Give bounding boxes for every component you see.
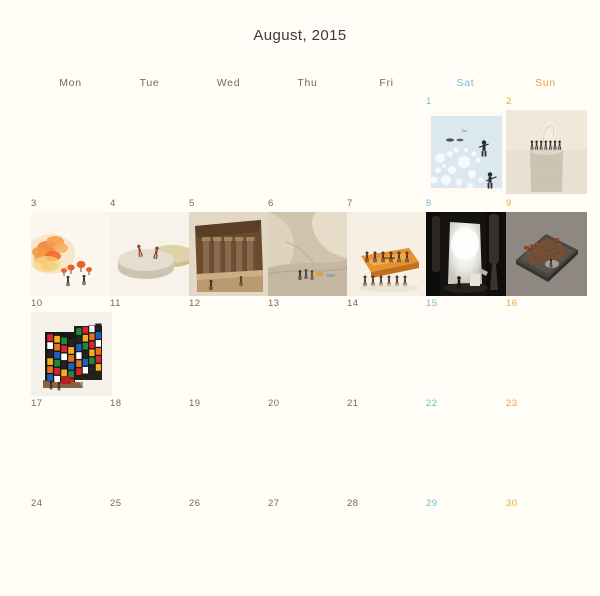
day-thumbnail-4[interactable] — [110, 212, 191, 296]
day-cell-3[interactable]: 3 — [31, 198, 112, 296]
day-cell-27[interactable]: 27 — [268, 498, 349, 596]
day-cell-10[interactable]: 10 — [31, 298, 112, 396]
day-number-15: 15 — [426, 298, 438, 309]
calendar-week-row: 17 18 19 20 21 22 23 — [0, 398, 600, 496]
day-cell-23[interactable]: 23 — [506, 398, 587, 496]
day-number-6: 6 — [268, 198, 274, 209]
day-thumbnail-10[interactable] — [31, 312, 112, 396]
day-number-16: 16 — [506, 298, 518, 309]
day-number-22: 22 — [426, 398, 438, 409]
day-number-5: 5 — [189, 198, 195, 209]
day-number-20: 20 — [268, 398, 280, 409]
day-number-29: 29 — [426, 498, 438, 509]
weekday-label-sun: Sun — [535, 77, 556, 89]
day-cell-17[interactable]: 17 — [31, 398, 112, 496]
day-cell-8[interactable]: 8 — [426, 198, 507, 296]
weekday-header-row: Mon Tue Wed Thu Fri Sat Sun — [0, 77, 600, 91]
day-cell-5[interactable]: 5 — [189, 198, 270, 296]
day-cell-4[interactable]: 4 — [110, 198, 191, 296]
day-cell-14[interactable]: 14 — [347, 298, 428, 396]
weekday-label-fri: Fri — [379, 77, 394, 89]
day-number-19: 19 — [189, 398, 201, 409]
day-cell-9[interactable]: 9 — [506, 198, 587, 296]
day-cell-1[interactable]: 1 The — [426, 96, 507, 194]
weekday-label-thu: Thu — [297, 77, 318, 89]
day-number-26: 26 — [189, 498, 201, 509]
day-number-8: 8 — [426, 198, 432, 209]
day-thumbnail-8[interactable] — [426, 212, 507, 296]
day-cell-empty — [268, 96, 349, 194]
day-number-2: 2 — [506, 96, 512, 107]
day-number-11: 11 — [110, 298, 121, 309]
day-thumbnail-9[interactable] — [506, 212, 587, 296]
day-number-7: 7 — [347, 198, 353, 209]
day-thumbnail-2[interactable] — [506, 110, 587, 194]
day-cell-15[interactable]: 15 — [426, 298, 507, 396]
day-thumbnail-5[interactable] — [189, 212, 270, 296]
day-number-25: 25 — [110, 498, 122, 509]
day-cell-empty — [347, 96, 428, 194]
day-cell-7[interactable]: 7 — [347, 198, 428, 296]
day-number-28: 28 — [347, 498, 359, 509]
day-thumbnail-1[interactable]: The — [426, 110, 507, 194]
svg-text:The: The — [461, 129, 467, 133]
day-thumbnail-7[interactable] — [347, 212, 428, 296]
weekday-label-sat: Sat — [456, 77, 475, 89]
day-number-27: 27 — [268, 498, 280, 509]
day-number-10: 10 — [31, 298, 43, 309]
day-thumbnail-6[interactable] — [268, 212, 349, 296]
day-number-23: 23 — [506, 398, 518, 409]
day-cell-29[interactable]: 29 — [426, 498, 507, 596]
day-cell-empty — [31, 96, 112, 194]
day-cell-22[interactable]: 22 — [426, 398, 507, 496]
weekday-label-tue: Tue — [139, 77, 160, 89]
day-number-14: 14 — [347, 298, 359, 309]
day-cell-6[interactable]: 6 — [268, 198, 349, 296]
day-number-24: 24 — [31, 498, 43, 509]
day-thumbnail-3[interactable] — [31, 212, 112, 296]
day-number-18: 18 — [110, 398, 122, 409]
weekday-label-wed: Wed — [216, 77, 241, 89]
day-cell-13[interactable]: 13 — [268, 298, 349, 396]
day-cell-2[interactable]: 2 — [506, 96, 587, 194]
day-number-4: 4 — [110, 198, 116, 209]
day-cell-19[interactable]: 19 — [189, 398, 270, 496]
day-cell-24[interactable]: 24 — [31, 498, 112, 596]
day-cell-12[interactable]: 12 — [189, 298, 270, 396]
day-number-3: 3 — [31, 198, 37, 209]
day-cell-28[interactable]: 28 — [347, 498, 428, 596]
weekday-label-mon: Mon — [59, 77, 82, 89]
day-cell-18[interactable]: 18 — [110, 398, 191, 496]
day-cell-21[interactable]: 21 — [347, 398, 428, 496]
day-number-13: 13 — [268, 298, 280, 309]
calendar-week-row: 24 25 26 27 28 29 30 — [0, 498, 600, 596]
day-number-17: 17 — [31, 398, 43, 409]
day-cell-16[interactable]: 16 — [506, 298, 587, 396]
calendar-week-row: 10 11 12 13 14 15 16 — [0, 298, 600, 396]
calendar-app: August, 2015 Mon Tue Wed Thu Fri Sat Sun 1 The … — [0, 0, 600, 526]
day-number-1: 1 — [426, 96, 432, 107]
calendar-week-row: 3 4 5 6 7 8 9 — [0, 198, 600, 296]
calendar-week-row: 1 The 2 — [0, 96, 600, 194]
day-number-30: 30 — [506, 498, 518, 509]
page-title: August, 2015 — [253, 27, 347, 44]
day-cell-empty — [110, 96, 191, 194]
day-cell-11[interactable]: 11 — [110, 298, 191, 396]
day-cell-20[interactable]: 20 — [268, 398, 349, 496]
day-number-21: 21 — [347, 398, 359, 409]
day-number-9: 9 — [506, 198, 512, 209]
day-number-12: 12 — [189, 298, 201, 309]
day-cell-25[interactable]: 25 — [110, 498, 191, 596]
day-cell-30[interactable]: 30 — [506, 498, 587, 596]
day-cell-26[interactable]: 26 — [189, 498, 270, 596]
day-cell-empty — [189, 96, 270, 194]
